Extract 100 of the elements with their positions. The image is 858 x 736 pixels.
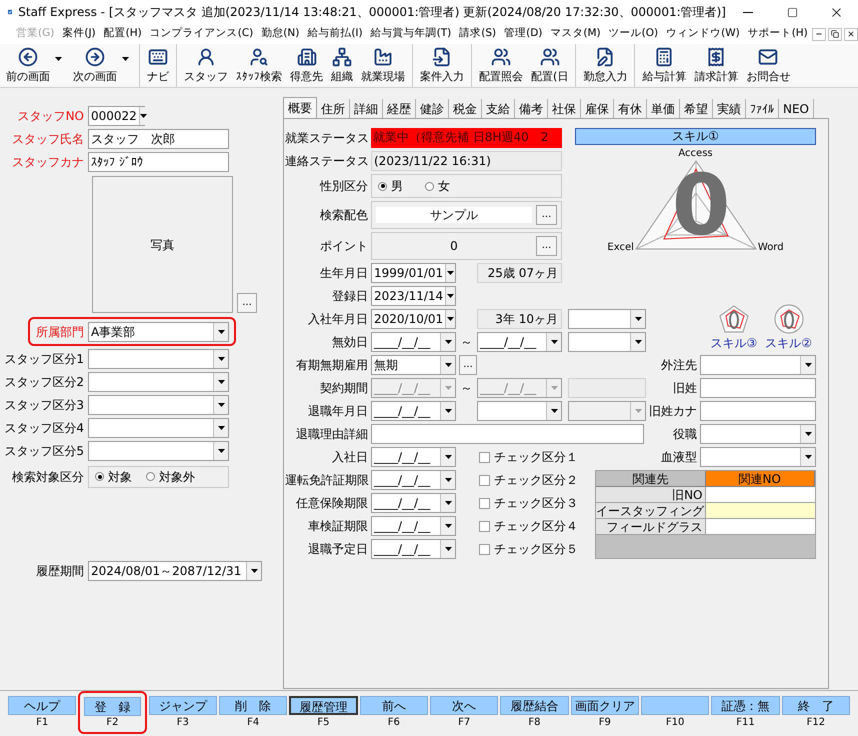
menu-item[interactable]: マスタ(M) bbox=[546, 26, 605, 42]
date-field[interactable]: ____/__/__ bbox=[371, 401, 456, 421]
combo-box[interactable] bbox=[700, 355, 816, 375]
toolbar-button[interactable]: 得意先 bbox=[286, 44, 327, 88]
menu-item[interactable]: 給与前払(I) bbox=[303, 26, 367, 42]
table-header[interactable]: 関連先 bbox=[596, 471, 706, 487]
menu-item[interactable]: 勤怠(N) bbox=[257, 26, 304, 42]
close-button[interactable] bbox=[844, 28, 858, 40]
combo-box[interactable] bbox=[700, 424, 816, 444]
combo-box[interactable] bbox=[568, 309, 646, 329]
checkbox[interactable]: チェック区分３ bbox=[479, 494, 578, 512]
text-field[interactable]: スタッフ 次郎 bbox=[88, 128, 229, 148]
function-key-button[interactable]: 削 除 bbox=[219, 696, 288, 715]
menu-item[interactable]: 案件(J) bbox=[58, 26, 100, 42]
menu-item[interactable]: ツール(O) bbox=[604, 26, 662, 42]
toolbar-button[interactable]: 就業現場 bbox=[357, 44, 409, 88]
function-key-button[interactable]: 終 了 bbox=[782, 696, 850, 715]
function-key-button[interactable]: 次へ bbox=[430, 696, 498, 715]
radio-option[interactable]: 対象外 bbox=[146, 468, 195, 486]
date-field[interactable]: ____/__/__ bbox=[371, 516, 456, 536]
toolbar-button[interactable]: 勤怠入力 bbox=[579, 44, 632, 88]
key-label: F3 bbox=[176, 718, 189, 728]
field-label: スタッフ区分1 bbox=[3, 350, 85, 368]
restore-button[interactable] bbox=[828, 28, 842, 40]
table-cell[interactable] bbox=[706, 487, 815, 503]
toolbar-button[interactable]: ｽﾀｯﾌ検索 bbox=[232, 44, 286, 88]
text-field[interactable] bbox=[371, 424, 644, 444]
toolbar-button[interactable]: 請求計算 bbox=[690, 44, 742, 88]
toolbar-button[interactable]: 組織 bbox=[327, 44, 357, 88]
table-cell[interactable] bbox=[706, 503, 815, 519]
function-key-button[interactable]: 履歴管理 bbox=[289, 696, 358, 715]
browse-button[interactable]: ... bbox=[459, 355, 477, 375]
date-field[interactable]: 1999/01/01 bbox=[371, 263, 456, 283]
skill-link[interactable]: スキル② bbox=[765, 334, 812, 352]
function-key-button[interactable]: ジャンプ bbox=[148, 696, 217, 715]
menu-item[interactable]: コンプライアンス(C) bbox=[146, 26, 258, 42]
factory-icon bbox=[373, 46, 393, 67]
date-field[interactable]: ____/__/__ bbox=[371, 493, 456, 513]
combo-box[interactable] bbox=[700, 447, 816, 467]
table-header[interactable]: 関連NO bbox=[706, 471, 815, 487]
date-field[interactable]: ____/__/__ bbox=[477, 332, 562, 352]
toolbar-button[interactable]: 次の画面 bbox=[69, 44, 121, 88]
radio-option[interactable]: 女 bbox=[425, 177, 450, 195]
date-field[interactable]: ____/__/__ bbox=[371, 332, 456, 352]
toolbar-button[interactable]: スタッフ bbox=[180, 44, 232, 88]
toolbar-button[interactable]: 配置照会 bbox=[475, 44, 527, 88]
checkbox[interactable]: チェック区分１ bbox=[479, 448, 578, 466]
combo-box[interactable]: 無期 bbox=[371, 355, 456, 375]
menu-item[interactable]: サポート(H) bbox=[744, 26, 812, 42]
menu-item[interactable]: 配置(H) bbox=[100, 26, 146, 42]
function-key-button[interactable]: 登 録 bbox=[84, 697, 141, 716]
toolbar-button[interactable]: ナビ bbox=[143, 44, 173, 88]
table-cell[interactable] bbox=[706, 519, 815, 535]
radio-option[interactable]: 対象 bbox=[95, 468, 132, 486]
combo-box[interactable] bbox=[568, 332, 646, 352]
combo-box[interactable]: A事業部 bbox=[88, 322, 229, 342]
menu-item[interactable]: ウィンドウ(W) bbox=[662, 26, 744, 42]
field-label: 検索配色 bbox=[319, 207, 369, 224]
combo-box[interactable]: 000022 bbox=[88, 106, 145, 126]
combo-box[interactable] bbox=[88, 418, 229, 438]
radio-option[interactable]: 男 bbox=[378, 177, 403, 195]
tab[interactable]: 概要 bbox=[283, 97, 317, 118]
toolbar-button[interactable]: お問合せ bbox=[742, 44, 794, 88]
function-key-button[interactable]: 履歴結合 bbox=[500, 696, 569, 715]
combo-box[interactable] bbox=[88, 440, 229, 460]
checkbox[interactable]: チェック区分５ bbox=[479, 540, 578, 558]
toolbar-button[interactable]: 給与計算 bbox=[638, 44, 690, 88]
date-field[interactable]: 2020/10/01 bbox=[371, 309, 456, 329]
combo-box[interactable] bbox=[477, 401, 562, 421]
function-key-button[interactable]: 画面クリア bbox=[570, 696, 639, 715]
skill-link[interactable]: スキル③ bbox=[710, 334, 758, 352]
text-field[interactable]: ｽﾀｯﾌ ｼﾞﾛｳ bbox=[88, 152, 229, 172]
date-field[interactable]: ____/__/__ bbox=[371, 539, 456, 559]
menu-item[interactable]: 管理(D) bbox=[500, 26, 546, 42]
checkbox[interactable]: チェック区分４ bbox=[479, 517, 578, 535]
photo-field[interactable]: 写真 bbox=[92, 176, 233, 313]
text-field[interactable] bbox=[700, 378, 816, 398]
function-key-button[interactable]: 証憑：無 bbox=[711, 696, 780, 715]
checkbox[interactable]: チェック区分２ bbox=[479, 471, 578, 489]
date-field[interactable]: ____/__/__ bbox=[371, 447, 456, 467]
combo-box[interactable]: 2024/08/01～2087/12/31 bbox=[88, 560, 262, 580]
minimize-button[interactable] bbox=[812, 28, 826, 40]
date-field[interactable]: ____/__/__ bbox=[371, 470, 456, 490]
toolbar-button[interactable]: 配置(日 bbox=[527, 44, 572, 88]
menu-item[interactable]: 給与賞与年調(T) bbox=[366, 26, 456, 42]
function-key-button[interactable]: 前へ bbox=[360, 696, 428, 715]
text-field[interactable] bbox=[700, 401, 816, 421]
readonly-field: (2023/11/22 16:31) bbox=[371, 151, 562, 171]
toolbar-button[interactable]: 案件入力 bbox=[416, 44, 468, 88]
function-key-button[interactable] bbox=[641, 696, 710, 715]
combo-box[interactable] bbox=[88, 394, 229, 414]
combo-box[interactable] bbox=[88, 372, 229, 392]
browse-button[interactable]: ... bbox=[536, 205, 557, 225]
function-key-button[interactable]: ヘルプ bbox=[8, 696, 76, 715]
browse-button[interactable]: ... bbox=[536, 236, 557, 256]
combo-box[interactable] bbox=[88, 348, 229, 368]
menu-item[interactable]: 請求(S) bbox=[455, 26, 500, 42]
date-field[interactable]: 2023/11/14 bbox=[371, 286, 456, 306]
browse-button[interactable]: ... bbox=[237, 293, 257, 313]
toolbar-button[interactable]: 前の画面 bbox=[2, 44, 54, 88]
